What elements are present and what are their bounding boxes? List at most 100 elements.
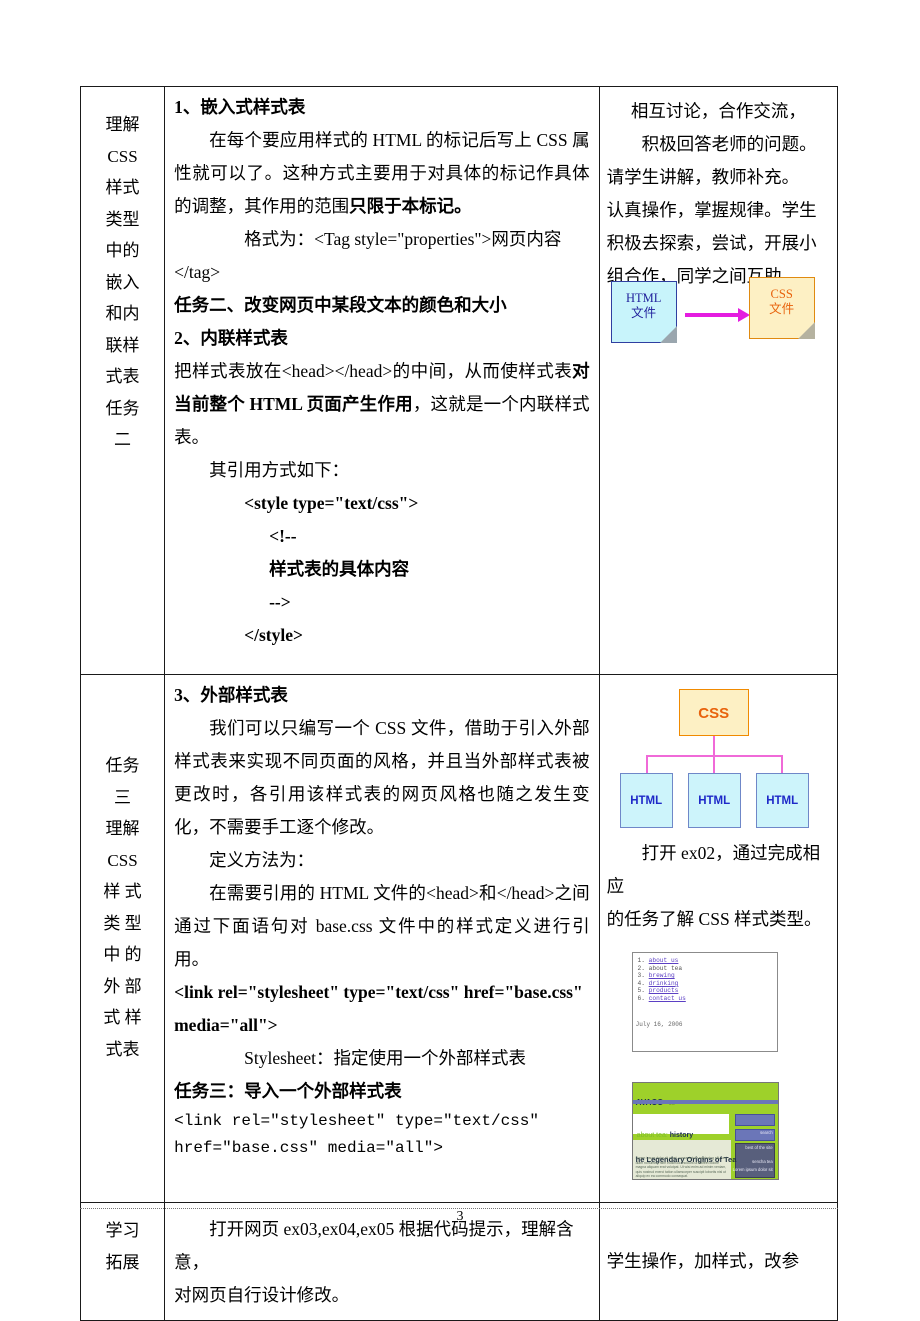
left-line: 中的: [105, 241, 140, 260]
link: about us: [648, 957, 679, 964]
caption-line: 打开 ex02，通过完成相应: [606, 843, 821, 896]
caption-line: 的任务了解 CSS 样式类型。: [606, 909, 822, 929]
css-note-subtitle: 文件: [769, 302, 795, 316]
left-line: 中 的: [103, 945, 142, 964]
screenshot-link-list: about us about tea brewing drinking prod…: [633, 957, 777, 1003]
breadcrumb-prefix: about tea:: [636, 1132, 668, 1139]
row1-left-cell: 理解 CSS 样式 类型 中的 嵌入 和内 联样 式表 任务 二: [79, 86, 166, 675]
left-line: 任务: [105, 756, 140, 775]
link: products: [648, 987, 679, 995]
row2-left-cell: 任务 三 理解 CSS 样 式 类 型 中 的 外 部 式 样 式表: [79, 674, 166, 1203]
css-root-box: CSS: [678, 689, 749, 736]
page-fold-icon: [797, 322, 815, 339]
paragraph-extension-2: 对网页自行设计修改。: [174, 1285, 350, 1305]
list-item: drinking: [649, 980, 777, 988]
document-page: 理解 CSS 样式 类型 中的 嵌入 和内 联样 式表 任务 二 1、嵌入式样式…: [0, 0, 920, 1321]
list-item: about us: [649, 957, 777, 965]
screenshot-headline: about tea: histo: [636, 1044, 777, 1051]
section-heading-external-style: 3、外部样式表: [174, 685, 288, 705]
html-note-subtitle: 文件: [631, 306, 657, 320]
row2-content-cell: 3、外部样式表 我们可以只编写一个 CSS 文件，借助于引入外部样式表来实现不同…: [164, 674, 600, 1203]
code-line: </style>: [244, 625, 303, 645]
left-line: 式表: [105, 1039, 140, 1059]
code-line: 样式表的具体内容: [269, 559, 410, 579]
note-line: 认真操作，掌握规律。学生: [606, 200, 817, 220]
code-line: <style type="text/css">: [244, 493, 419, 513]
styled-page-screenshot: AVACO co about tea: history search best …: [631, 1082, 779, 1180]
html-child-box: HTML: [619, 773, 673, 828]
paragraph-stylesheet-note: Stylesheet：指定使用一个外部样式表: [244, 1048, 527, 1068]
left-line: 任务: [105, 398, 140, 418]
note-line: 学生操作，加样式，改参: [606, 1251, 800, 1271]
code-mono-line: <link rel="stylesheet" type="text/css": [174, 1112, 539, 1130]
list-item: about tea: [649, 965, 777, 973]
left-line: 类型: [105, 209, 140, 229]
paragraph-definition-body: 在需要引用的 HTML 文件的<head>和</head>之间通过下面语句对 b…: [174, 883, 590, 969]
html-file-note: HTML 文件: [610, 281, 677, 343]
unstyled-page-screenshot: about us about tea brewing drinking prod…: [631, 952, 778, 1052]
tree-branch-line: [645, 755, 648, 774]
row1-content-cell: 1、嵌入式样式表 在每个要应用样式的 HTML 的标记后写上 CSS 属性就可以…: [164, 86, 600, 675]
row2-notes: CSS HTML HTML HTML 打开 ex02，通过完成相应 的任务了解 …: [600, 675, 837, 1188]
row1-content: 1、嵌入式样式表 在每个要应用样式的 HTML 的标记后写上 CSS 属性就可以…: [165, 87, 599, 674]
css-file-note: CSS 文件: [748, 277, 815, 339]
screenshot-navbar: [632, 1100, 778, 1104]
left-line: 类 型: [103, 913, 142, 933]
left-line: CSS: [107, 850, 138, 870]
left-line: 二: [114, 430, 132, 449]
css-note-title: CSS: [770, 287, 793, 301]
section-heading-internal-style: 2、内联样式表: [174, 328, 288, 348]
link: drinking: [648, 979, 679, 987]
paragraph-inline-style: 在每个要应用样式的 HTML 的标记后写上 CSS 属性就可以了。这种方式主要用…: [174, 124, 590, 223]
lesson-plan-table: 理解 CSS 样式 类型 中的 嵌入 和内 联样 式表 任务 二 1、嵌入式样式…: [79, 86, 839, 1321]
tree-branch-line: [712, 755, 715, 774]
left-line: 样 式: [103, 882, 142, 901]
page-number: 3: [456, 1209, 464, 1224]
table-row: 理解 CSS 样式 类型 中的 嵌入 和内 联样 式表 任务 二 1、嵌入式样式…: [79, 86, 839, 675]
row1-notes: 相互讨论，合作交流， 积极回答老师的问题。 请学生讲解，教师补充。 认真操作，掌…: [600, 87, 837, 361]
tree-branch-line: [780, 755, 783, 774]
breadcrumb-current: history: [669, 1132, 694, 1139]
left-line: 外 部: [103, 976, 142, 996]
list-item: contact us: [649, 995, 777, 1003]
row1-notes-cell: 相互讨论，合作交流， 积极回答老师的问题。 请学生讲解，教师补充。 认真操作，掌…: [598, 86, 839, 675]
paragraph-emphasis: 只限于本标记。: [349, 196, 472, 216]
html-child-box: HTML: [687, 773, 741, 828]
left-line: 和内: [105, 304, 140, 323]
list-item: brewing: [649, 972, 777, 980]
task-two-heading: 任务二、改变网页中某段文本的颜色和大小: [174, 295, 507, 315]
note-line: 请学生讲解，教师补充。: [606, 167, 800, 187]
screenshot-content-paragraph: Lorem ipsum dolor sit amet, consectetuer…: [635, 1156, 727, 1179]
paragraph-usage-intro: 其引用方式如下：: [209, 460, 350, 480]
note-line: 积极回答老师的问题。: [641, 134, 817, 154]
left-line: 拓展: [105, 1252, 140, 1272]
row2-notes-cell: CSS HTML HTML HTML 打开 ex02，通过完成相应 的任务了解 …: [598, 674, 839, 1203]
list-item: products: [649, 987, 777, 995]
left-line: 联样: [105, 335, 140, 355]
screenshot-date: July 16, 2006: [635, 1020, 683, 1028]
code-line-link-tag: <link rel="stylesheet" type="text/css" h…: [174, 982, 583, 1002]
code-line: <!--: [269, 526, 297, 546]
left-line: 理解: [105, 819, 140, 838]
code-mono-line: href="base.css" media="all">: [174, 1139, 443, 1157]
html-child-box: HTML: [755, 773, 809, 828]
paragraph-definition-intro: 定义方法为：: [209, 850, 315, 870]
row2-content: 3、外部样式表 我们可以只编写一个 CSS 文件，借助于引入外部样式表来实现不同…: [165, 675, 599, 1202]
left-line: CSS: [107, 146, 138, 166]
page-fold-icon: [659, 326, 677, 343]
row2-left-label: 任务 三 理解 CSS 样 式 类 型 中 的 外 部 式 样 式表: [81, 675, 164, 1071]
left-line: 理解: [105, 115, 140, 134]
link: brewing: [648, 972, 675, 980]
task-three-heading: 任务三：导入一个外部样式表: [174, 1081, 402, 1101]
paragraph-text: 把样式表放在<head></head>的中间，从而使样式表: [174, 361, 573, 381]
html-note-title: HTML: [625, 291, 662, 305]
css-to-html-tree-diagram: CSS HTML HTML HTML: [607, 685, 830, 835]
code-line-link-media: media="all">: [174, 1015, 278, 1035]
left-line: 样式: [105, 178, 140, 197]
section-heading-inline-style: 1、嵌入式样式表: [174, 97, 306, 117]
note-line: 积极去探索，尝试，开展小: [606, 233, 817, 253]
arrow-right-icon: [684, 308, 750, 322]
paragraph-format-example: 格式为：<Tag style="properties">网页内容</tag>: [174, 229, 562, 282]
table-row: 任务 三 理解 CSS 样 式 类 型 中 的 外 部 式 样 式表 3、外部样…: [79, 674, 839, 1203]
